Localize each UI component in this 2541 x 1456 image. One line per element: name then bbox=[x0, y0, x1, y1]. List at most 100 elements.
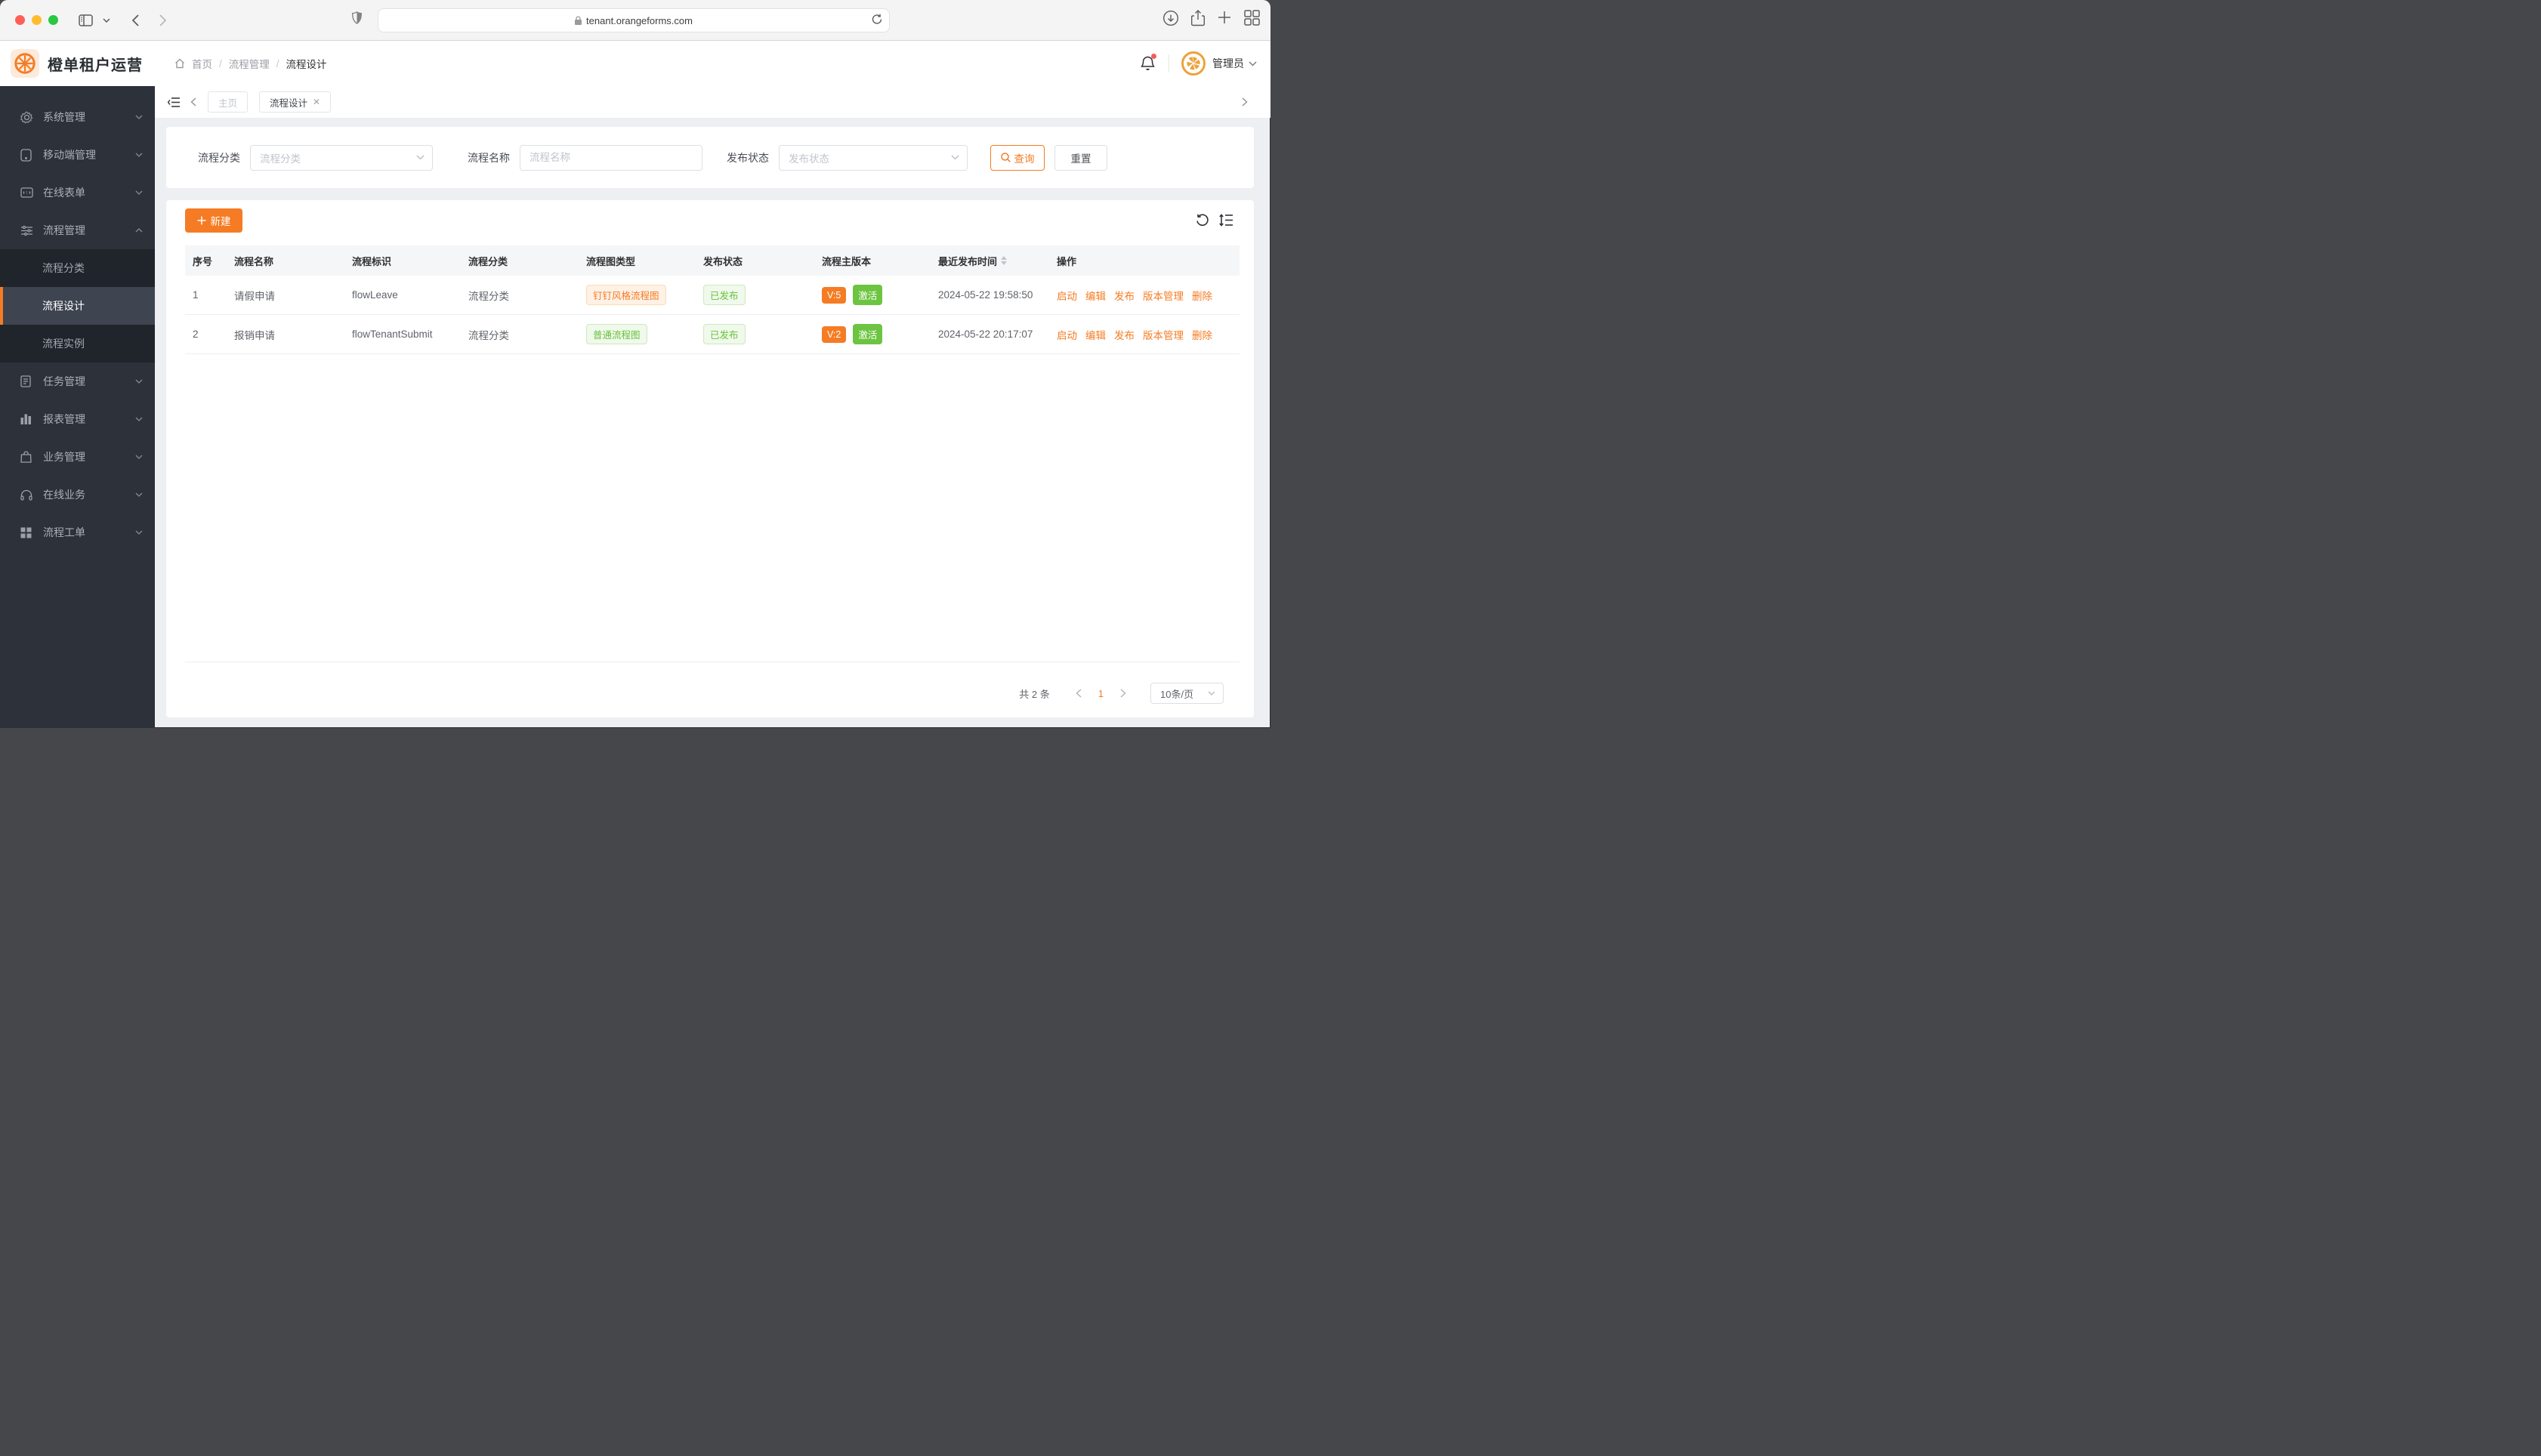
tab-scroll-left-icon[interactable] bbox=[190, 97, 196, 106]
page-size-select[interactable]: 10条/页 bbox=[1150, 683, 1224, 704]
refresh-icon[interactable] bbox=[1196, 214, 1209, 227]
category-select[interactable]: 流程分类 bbox=[250, 144, 433, 171]
version-badge: V:5 bbox=[822, 286, 847, 304]
action-delete[interactable]: 删除 bbox=[1192, 288, 1212, 303]
zoom-window-button[interactable] bbox=[48, 15, 58, 25]
page-size-value: 10条/页 bbox=[1160, 688, 1194, 700]
table-row: 1 请假申请 flowLeave 流程分类 钉钉风格流程图 已发布 V:5 激活… bbox=[185, 276, 1240, 315]
sub-item-label: 流程设计 bbox=[42, 300, 85, 312]
lock-icon bbox=[575, 16, 582, 25]
new-button[interactable]: 新建 bbox=[185, 208, 242, 233]
action-publish[interactable]: 发布 bbox=[1114, 327, 1135, 342]
row-height-icon[interactable] bbox=[1219, 214, 1233, 227]
back-button[interactable] bbox=[125, 10, 146, 31]
traffic-lights bbox=[15, 15, 58, 25]
user-menu-chevron-icon[interactable] bbox=[1249, 60, 1257, 66]
filter-category-label: 流程分类 bbox=[198, 151, 240, 164]
page-number[interactable]: 1 bbox=[1091, 688, 1111, 699]
app-logo bbox=[11, 49, 39, 78]
bar-chart-icon bbox=[20, 413, 33, 426]
sidebar-item-flow-design[interactable]: 流程设计 bbox=[0, 287, 155, 325]
next-page-icon[interactable] bbox=[1111, 689, 1135, 698]
cell-flow-key: flowLeave bbox=[352, 289, 398, 301]
action-version-manage[interactable]: 版本管理 bbox=[1143, 288, 1184, 303]
cell-index: 1 bbox=[193, 289, 199, 301]
sidebar-item-flow-instance[interactable]: 流程实例 bbox=[0, 325, 155, 362]
tab-flow-design[interactable]: 流程设计 ✕ bbox=[259, 91, 332, 113]
sidebar-item-online-forms[interactable]: 在线表单 bbox=[0, 174, 155, 211]
action-start[interactable]: 启动 bbox=[1057, 288, 1077, 303]
cell-flow-name: 报销申请 bbox=[234, 329, 275, 341]
notification-badge bbox=[1151, 54, 1156, 59]
breadcrumb-home[interactable]: 首页 bbox=[192, 56, 212, 71]
flow-name-input[interactable] bbox=[530, 152, 693, 163]
browser-chrome: tenant.orangeforms.com bbox=[0, 0, 1270, 41]
query-button-label: 查询 bbox=[1014, 153, 1035, 165]
minimize-window-button[interactable] bbox=[32, 15, 42, 25]
browser-sidebar-icon[interactable] bbox=[75, 10, 96, 31]
sidebar-item-flow-workorder[interactable]: 流程工单 bbox=[0, 514, 155, 551]
action-version-manage[interactable]: 版本管理 bbox=[1143, 327, 1184, 342]
tab-overview-icon[interactable] bbox=[1244, 10, 1260, 26]
tab-scroll-right-icon[interactable] bbox=[1242, 97, 1248, 106]
reload-icon[interactable] bbox=[872, 14, 882, 25]
headphones-icon bbox=[20, 489, 33, 501]
sidebar: 系统管理 移动端管理 在线表单 流程管理 流程分类 流程设计 流程实例 任务管理 bbox=[0, 86, 155, 728]
sidebar-item-task-management[interactable]: 任务管理 bbox=[0, 362, 155, 400]
active-badge: 激活 bbox=[853, 324, 883, 344]
action-delete[interactable]: 删除 bbox=[1192, 327, 1212, 342]
action-start[interactable]: 启动 bbox=[1057, 327, 1077, 342]
chevron-down-icon bbox=[135, 153, 143, 157]
diagram-type-tag: 钉钉风格流程图 bbox=[586, 285, 666, 305]
new-tab-icon[interactable] bbox=[1217, 10, 1232, 26]
username[interactable]: 管理员 bbox=[1212, 56, 1244, 71]
breadcrumb-current: 流程设计 bbox=[286, 59, 327, 70]
reset-button[interactable]: 重置 bbox=[1054, 144, 1107, 171]
breadcrumb-level1[interactable]: 流程管理 bbox=[229, 56, 270, 71]
sub-item-label: 流程实例 bbox=[42, 338, 85, 350]
sidebar-item-flow-category[interactable]: 流程分类 bbox=[0, 249, 155, 287]
pagination-total: 共 2 条 bbox=[1019, 688, 1050, 700]
sidebar-item-business-management[interactable]: 业务管理 bbox=[0, 438, 155, 476]
version-badge: V:2 bbox=[822, 325, 847, 343]
col-header: 流程图类型 bbox=[586, 255, 636, 267]
share-icon[interactable] bbox=[1191, 10, 1205, 26]
downloads-icon[interactable] bbox=[1162, 10, 1179, 26]
chevron-down-icon[interactable] bbox=[96, 10, 117, 31]
select-placeholder: 流程分类 bbox=[260, 153, 301, 165]
cell-published-at: 2024-05-22 19:58:50 bbox=[938, 289, 1033, 301]
sidebar-item-flow-management[interactable]: 流程管理 bbox=[0, 211, 155, 249]
collapse-menu-icon[interactable] bbox=[168, 97, 180, 107]
sidebar-item-label: 流程管理 bbox=[43, 224, 85, 236]
sidebar-item-report-management[interactable]: 报表管理 bbox=[0, 400, 155, 438]
tab-bar: 主页 流程设计 ✕ bbox=[155, 86, 1270, 118]
action-publish[interactable]: 发布 bbox=[1114, 288, 1135, 303]
prev-page-icon[interactable] bbox=[1067, 689, 1091, 698]
form-icon bbox=[20, 187, 33, 199]
status-select[interactable]: 发布状态 bbox=[779, 144, 968, 171]
col-header-sortable[interactable]: 最近发布时间 bbox=[931, 254, 1049, 268]
notification-bell-icon[interactable] bbox=[1141, 54, 1156, 71]
action-edit[interactable]: 编辑 bbox=[1085, 288, 1106, 303]
sidebar-item-mobile[interactable]: 移动端管理 bbox=[0, 136, 155, 174]
close-tab-icon[interactable]: ✕ bbox=[313, 97, 320, 107]
row-actions: 启动 编辑 发布 版本管理 删除 bbox=[1049, 327, 1240, 342]
sidebar-item-online-business[interactable]: 在线业务 bbox=[0, 476, 155, 514]
chevron-down-icon bbox=[416, 155, 425, 160]
avatar[interactable] bbox=[1181, 51, 1206, 76]
sidebar-item-label: 系统管理 bbox=[43, 111, 85, 123]
mobile-icon bbox=[20, 148, 33, 162]
grid-icon bbox=[20, 526, 33, 539]
sidebar-item-system[interactable]: 系统管理 bbox=[0, 98, 155, 136]
privacy-shield-icon[interactable] bbox=[352, 11, 362, 24]
select-placeholder: 发布状态 bbox=[789, 153, 829, 165]
query-button[interactable]: 查询 bbox=[990, 144, 1045, 171]
tab-home[interactable]: 主页 bbox=[208, 91, 249, 113]
home-icon bbox=[175, 58, 184, 69]
close-window-button[interactable] bbox=[15, 15, 25, 25]
main-content: 主页 流程设计 ✕ 流程分类 流程分类 流程名称 发布状态 发布状态 bbox=[155, 86, 1270, 728]
action-edit[interactable]: 编辑 bbox=[1085, 327, 1106, 342]
forward-button[interactable] bbox=[152, 10, 173, 31]
sort-caret-icon[interactable] bbox=[1001, 256, 1008, 265]
address-bar[interactable]: tenant.orangeforms.com bbox=[378, 8, 890, 32]
